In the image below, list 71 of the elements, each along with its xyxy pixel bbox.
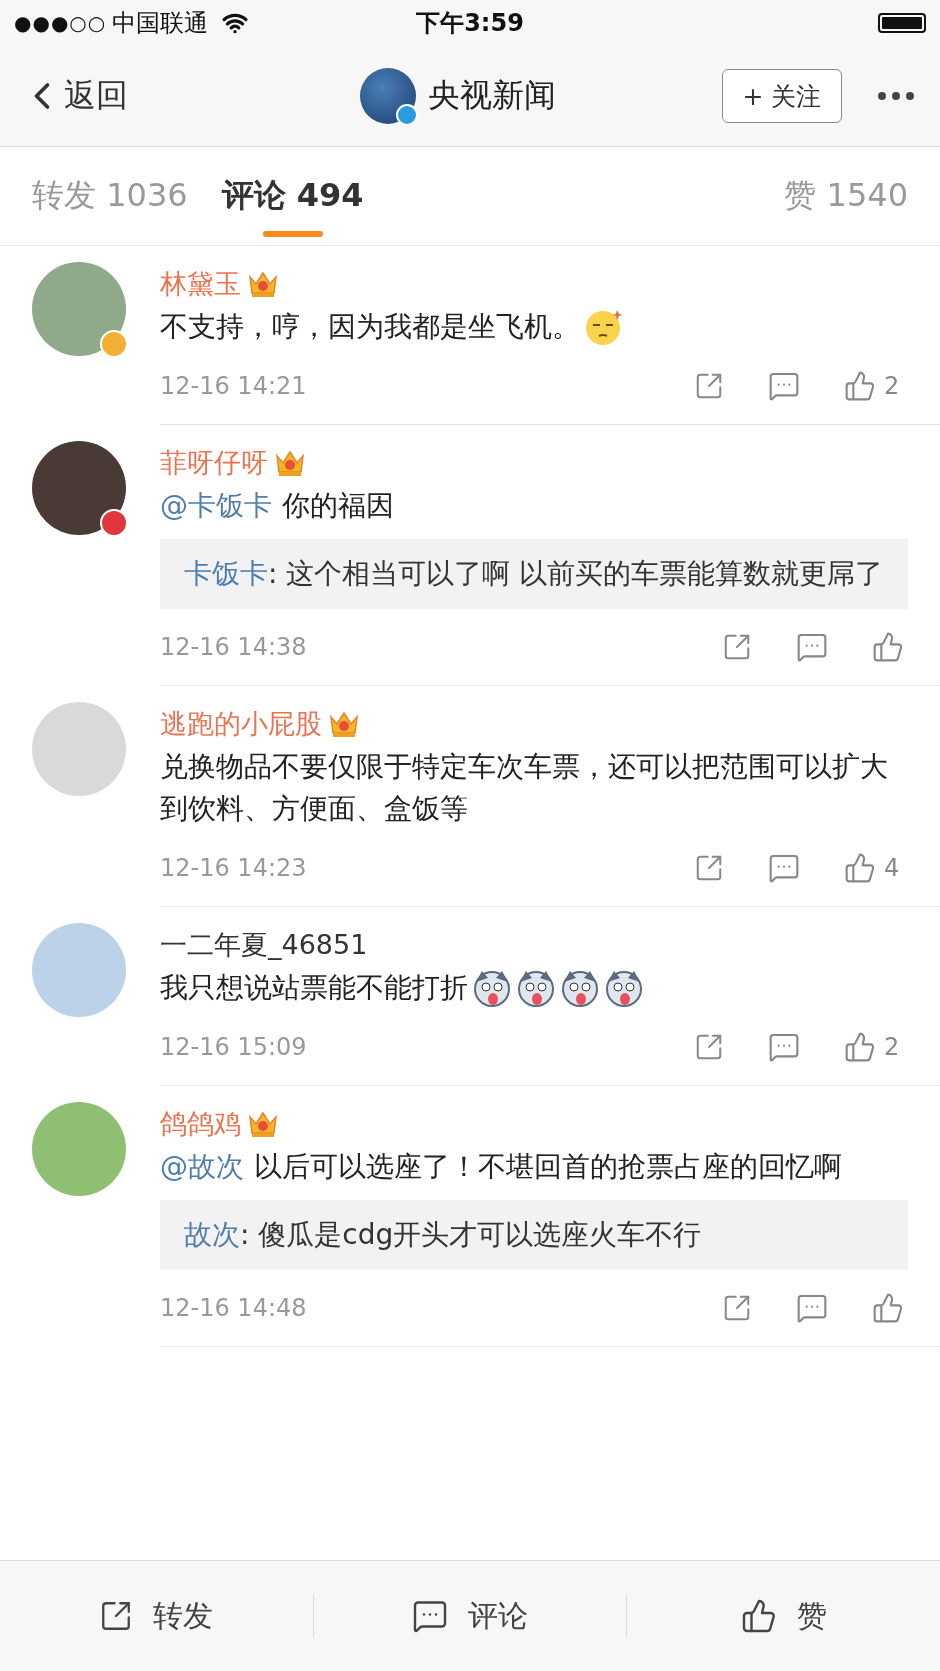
share-icon [694, 371, 724, 401]
husky-emoji-icon [516, 968, 556, 1008]
repost-button[interactable] [722, 1293, 752, 1323]
tab[interactable]: 转发 1036 [32, 147, 188, 245]
share-icon [694, 853, 724, 883]
user-name[interactable]: 鸽鸽鸡 [160, 1106, 241, 1142]
comment-button[interactable] [768, 852, 800, 884]
thumbs-up-icon [872, 1292, 904, 1324]
comment-icon [768, 370, 800, 402]
signal-dots: ●●●○○ [14, 11, 107, 35]
comment-button[interactable] [796, 1292, 828, 1324]
user-name[interactable]: 一二年夏_46851 [160, 927, 368, 963]
comment-time: 12-16 14:23 [160, 854, 307, 882]
comment-icon [768, 1031, 800, 1063]
comment-text: 我只想说站票能不能打折 [160, 970, 468, 1006]
comment-icon [796, 1292, 828, 1324]
status-time: 下午3:59 [416, 8, 524, 39]
comment-icon [796, 631, 828, 663]
thumbs-up-icon [872, 631, 904, 663]
like-button[interactable]: 2 [844, 370, 908, 402]
husky-emoji-icon [472, 968, 512, 1008]
share-icon [694, 1032, 724, 1062]
user-name[interactable]: 逃跑的小屁股 [160, 706, 322, 742]
comment-button[interactable] [796, 631, 828, 663]
account-name: 央视新闻 [428, 75, 556, 116]
husky-emoji-icon [604, 968, 644, 1008]
account-logo [360, 68, 416, 124]
crown-icon [247, 269, 279, 299]
comment-time: 12-16 15:09 [160, 1033, 307, 1061]
comment-icon [768, 852, 800, 884]
share-icon [722, 632, 752, 662]
carrier-name: 中国联通 [112, 8, 209, 39]
thumbs-up-icon [740, 1598, 777, 1634]
mention-link[interactable]: @故次 [160, 1146, 244, 1188]
comment-text: 以后可以选座了！不堪回首的抢票占座的回忆啊 [254, 1149, 842, 1185]
share-icon [722, 1293, 752, 1323]
thumbs-up-icon [844, 370, 876, 402]
comment-time: 12-16 14:21 [160, 372, 307, 400]
battery-icon [878, 13, 926, 33]
quoted-reply: 卡饭卡: 这个相当可以了啊 以前买的车票能算数就更屌了 [160, 539, 908, 609]
repost-action-button[interactable]: 转发 [0, 1594, 313, 1638]
comment-text: 不支持，哼，因为我都是坐飞机。 [160, 309, 580, 345]
comment-button[interactable] [768, 370, 800, 402]
comment-time: 12-16 14:48 [160, 1294, 307, 1322]
thumbs-up-icon [844, 852, 876, 884]
like-button[interactable]: 4 [844, 852, 908, 884]
comment-icon [412, 1598, 448, 1634]
comment-button[interactable] [768, 1031, 800, 1063]
comment-action-button[interactable]: 评论 [313, 1594, 627, 1638]
crown-icon [328, 709, 360, 739]
crown-icon [274, 448, 306, 478]
follow-button[interactable]: + 关注 [722, 69, 842, 123]
user-name[interactable]: 菲呀仔呀 [160, 445, 268, 481]
quoted-reply: 故次: 傻瓜是cdg开头才可以选座火车不行 [160, 1200, 908, 1270]
comment-time: 12-16 14:38 [160, 633, 307, 661]
comment-text: 你的福因 [282, 488, 394, 524]
user-name[interactable]: 林黛玉 [160, 266, 241, 302]
thumbs-up-icon [844, 1031, 876, 1063]
husky-emoji-icon [560, 968, 600, 1008]
tab[interactable]: 评论 494 [221, 147, 364, 245]
repost-button[interactable] [694, 371, 724, 401]
crown-icon [247, 1109, 279, 1139]
repost-button[interactable] [722, 632, 752, 662]
like-action-button[interactable]: 赞 [627, 1594, 940, 1638]
back-button[interactable]: 返回 [20, 74, 128, 118]
comment-text: 兑换物品不要仅限于特定车次车票，还可以把范围可以扩大到饮料、方便面、盒饭等 [160, 749, 889, 827]
repost-button[interactable] [694, 853, 724, 883]
repost-button[interactable] [694, 1032, 724, 1062]
like-button[interactable]: 2 [844, 1031, 908, 1063]
mention-link[interactable]: @卡饭卡 [160, 485, 272, 527]
tab[interactable]: 赞 1540 [784, 147, 908, 245]
